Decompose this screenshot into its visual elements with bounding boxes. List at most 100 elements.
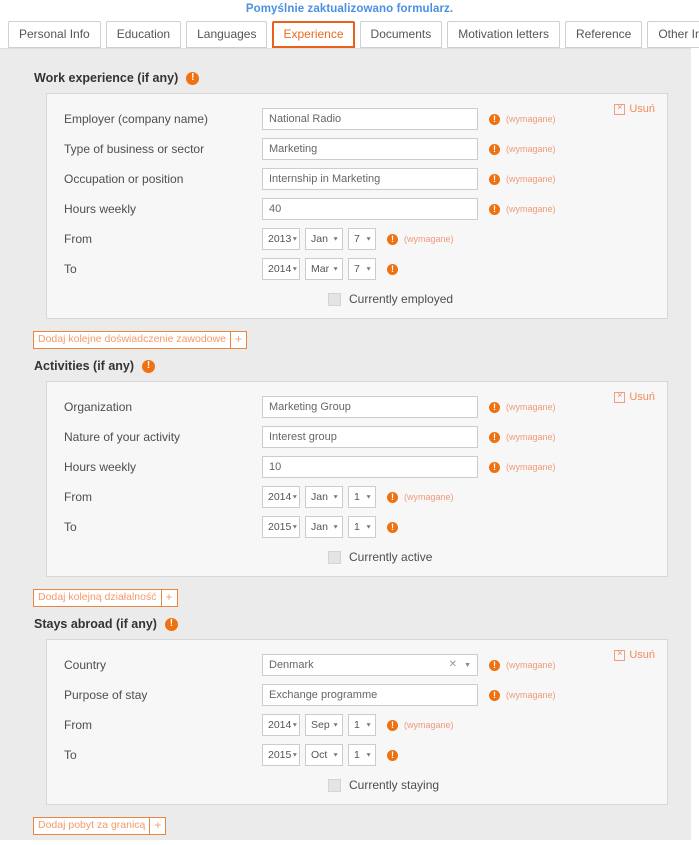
organization-input[interactable] (262, 396, 478, 418)
tab-education[interactable]: Education (105, 21, 182, 48)
stay-from-label: From (64, 718, 92, 732)
tab-documents[interactable]: Documents (359, 21, 443, 48)
stay-from-day-value: 1 (354, 719, 360, 731)
field-row-purpose: Purpose of stay (wymagane) (47, 680, 667, 710)
stay-to-month-value: Oct (311, 749, 328, 761)
plus-icon: + (149, 818, 165, 834)
activities-heading: Activities (if any) (34, 359, 691, 373)
currently-employed-checkbox[interactable] (328, 292, 341, 306)
tab-personal-info[interactable]: Personal Info (8, 21, 101, 48)
tab-motivation-letters[interactable]: Motivation letters (447, 21, 560, 48)
info-icon (489, 431, 500, 443)
currently-staying-checkbox[interactable] (328, 778, 341, 792)
delete-work-experience-button[interactable]: Usuń (614, 103, 655, 115)
flash-message: Pomyślnie zaktualizowano formularz. (0, 0, 699, 19)
chevron-down-icon: ▼ (291, 722, 299, 728)
field-row-sector: Type of business or sector (wymagane) (47, 134, 667, 164)
employer-input[interactable] (262, 108, 478, 130)
country-select[interactable]: Denmark ✕ ▼ (262, 654, 478, 676)
plus-icon: + (229, 332, 246, 348)
info-icon (387, 749, 398, 761)
to-date-group: 2014 ▼ Mar ▼ 7 ▼ (262, 258, 376, 280)
occupation-required: (wymagane) (489, 173, 556, 185)
required-text: (wymagane) (506, 660, 556, 670)
delete-label: Usuń (629, 103, 655, 115)
field-row-stay-from: From 2014 ▼ Sep ▼ 1 ▼ ! (wymagane) (47, 710, 667, 740)
from-month-select[interactable]: Jan ▼ (305, 228, 343, 250)
stay-from-month-select[interactable]: Sep ▼ (305, 714, 343, 736)
required-text: (wymagane) (506, 462, 556, 472)
field-row-nature: Nature of your activity (wymagane) (47, 422, 667, 452)
info-icon (387, 233, 398, 245)
tab-reference[interactable]: Reference (564, 21, 643, 48)
tab-languages[interactable]: Languages (186, 21, 268, 48)
field-row-organization: Organization (wymagane) (47, 392, 667, 422)
activity-to-day-select[interactable]: 1 ▼ (348, 516, 376, 538)
currently-active-row: Currently active (47, 550, 667, 564)
purpose-input[interactable] (262, 684, 478, 706)
tab-experience[interactable]: Experience (272, 21, 355, 48)
field-row-country: Country Denmark ✕ ▼ (wymagane) (47, 650, 667, 680)
to-day-select[interactable]: 7 ▼ (348, 258, 376, 280)
from-year-value: 2013 (268, 233, 292, 245)
occupation-input[interactable] (262, 168, 478, 190)
to-required (387, 263, 398, 275)
stay-to-year-select[interactable]: 2015 ▼ (262, 744, 300, 766)
info-icon (489, 659, 500, 671)
field-row-stay-to: To 2015 ▼ Oct ▼ 1 ▼ (47, 740, 667, 770)
add-activity-label: Dodaj kolejną działalność (38, 591, 157, 603)
section-work-experience: Work experience (if any) Usuń Employer (… (0, 71, 691, 349)
stay-to-day-select[interactable]: 1 ▼ (348, 744, 376, 766)
activity-to-day-value: 1 (354, 521, 360, 533)
stay-to-label: To (64, 748, 77, 762)
stay-to-month-select[interactable]: Oct ▼ (305, 744, 343, 766)
close-box-icon (614, 391, 626, 403)
chevron-down-icon: ▼ (464, 661, 471, 669)
stay-to-date-group: 2015 ▼ Oct ▼ 1 ▼ (262, 744, 376, 766)
info-icon (387, 521, 398, 533)
clear-x-icon[interactable]: ✕ (447, 660, 464, 670)
activity-to-month-select[interactable]: Jan ▼ (305, 516, 343, 538)
activity-from-year-select[interactable]: 2014 ▼ (262, 486, 300, 508)
info-icon (489, 143, 500, 155)
delete-stay-button[interactable]: Usuń (614, 649, 655, 661)
organization-label: Organization (64, 400, 133, 414)
stay-from-year-select[interactable]: 2014 ▼ (262, 714, 300, 736)
to-month-select[interactable]: Mar ▼ (305, 258, 343, 280)
chevron-down-icon: ▼ (365, 266, 372, 272)
activity-to-year-select[interactable]: 2015 ▼ (262, 516, 300, 538)
activity-from-day-select[interactable]: 1 ▼ (348, 486, 376, 508)
work-experience-entry: Usuń Employer (company name) (wymagane) … (46, 93, 668, 319)
nature-input[interactable] (262, 426, 478, 448)
activities-entry: Usuń Organization (wymagane) Nature of y… (46, 381, 668, 577)
currently-active-checkbox[interactable] (328, 550, 341, 564)
add-activity-button[interactable]: Dodaj kolejną działalność + (33, 589, 178, 607)
info-icon (142, 359, 156, 373)
required-text: (wymagane) (506, 114, 556, 124)
from-day-select[interactable]: 7 ▼ (348, 228, 376, 250)
stay-from-day-select[interactable]: 1 ▼ (348, 714, 376, 736)
delete-activity-button[interactable]: Usuń (614, 391, 655, 403)
add-stay-button[interactable]: Dodaj pobyt za granicą + (33, 817, 167, 835)
sector-input[interactable] (262, 138, 478, 160)
section-stays-abroad: Stays abroad (if any) Usuń Country Denma… (0, 617, 691, 835)
activity-from-month-select[interactable]: Jan ▼ (305, 486, 343, 508)
tab-other-info[interactable]: Other Info (647, 21, 699, 48)
info-icon (387, 263, 398, 275)
activity-hours-input[interactable] (262, 456, 478, 478)
employer-label: Employer (company name) (64, 112, 209, 126)
hours-weekly-input[interactable] (262, 198, 478, 220)
from-year-select[interactable]: 2013 ▼ (262, 228, 300, 250)
delete-label: Usuń (629, 391, 655, 403)
nature-label: Nature of your activity (64, 430, 181, 444)
field-row-activity-hours: Hours weekly (wymagane) (47, 452, 667, 482)
chevron-down-icon: ▼ (365, 494, 372, 500)
to-day-value: 7 (354, 263, 360, 275)
to-label: To (64, 262, 77, 276)
to-year-select[interactable]: 2014 ▼ (262, 258, 300, 280)
required-text: (wymagane) (404, 720, 454, 730)
tab-bar: Personal Info Education Languages Experi… (0, 19, 699, 48)
field-row-from: From 2013 ▼ Jan ▼ 7 ▼ ! (wymagane) (47, 224, 667, 254)
add-work-experience-button[interactable]: Dodaj kolejne doświadczenie zawodowe + (33, 331, 247, 349)
required-text: (wymagane) (506, 432, 556, 442)
